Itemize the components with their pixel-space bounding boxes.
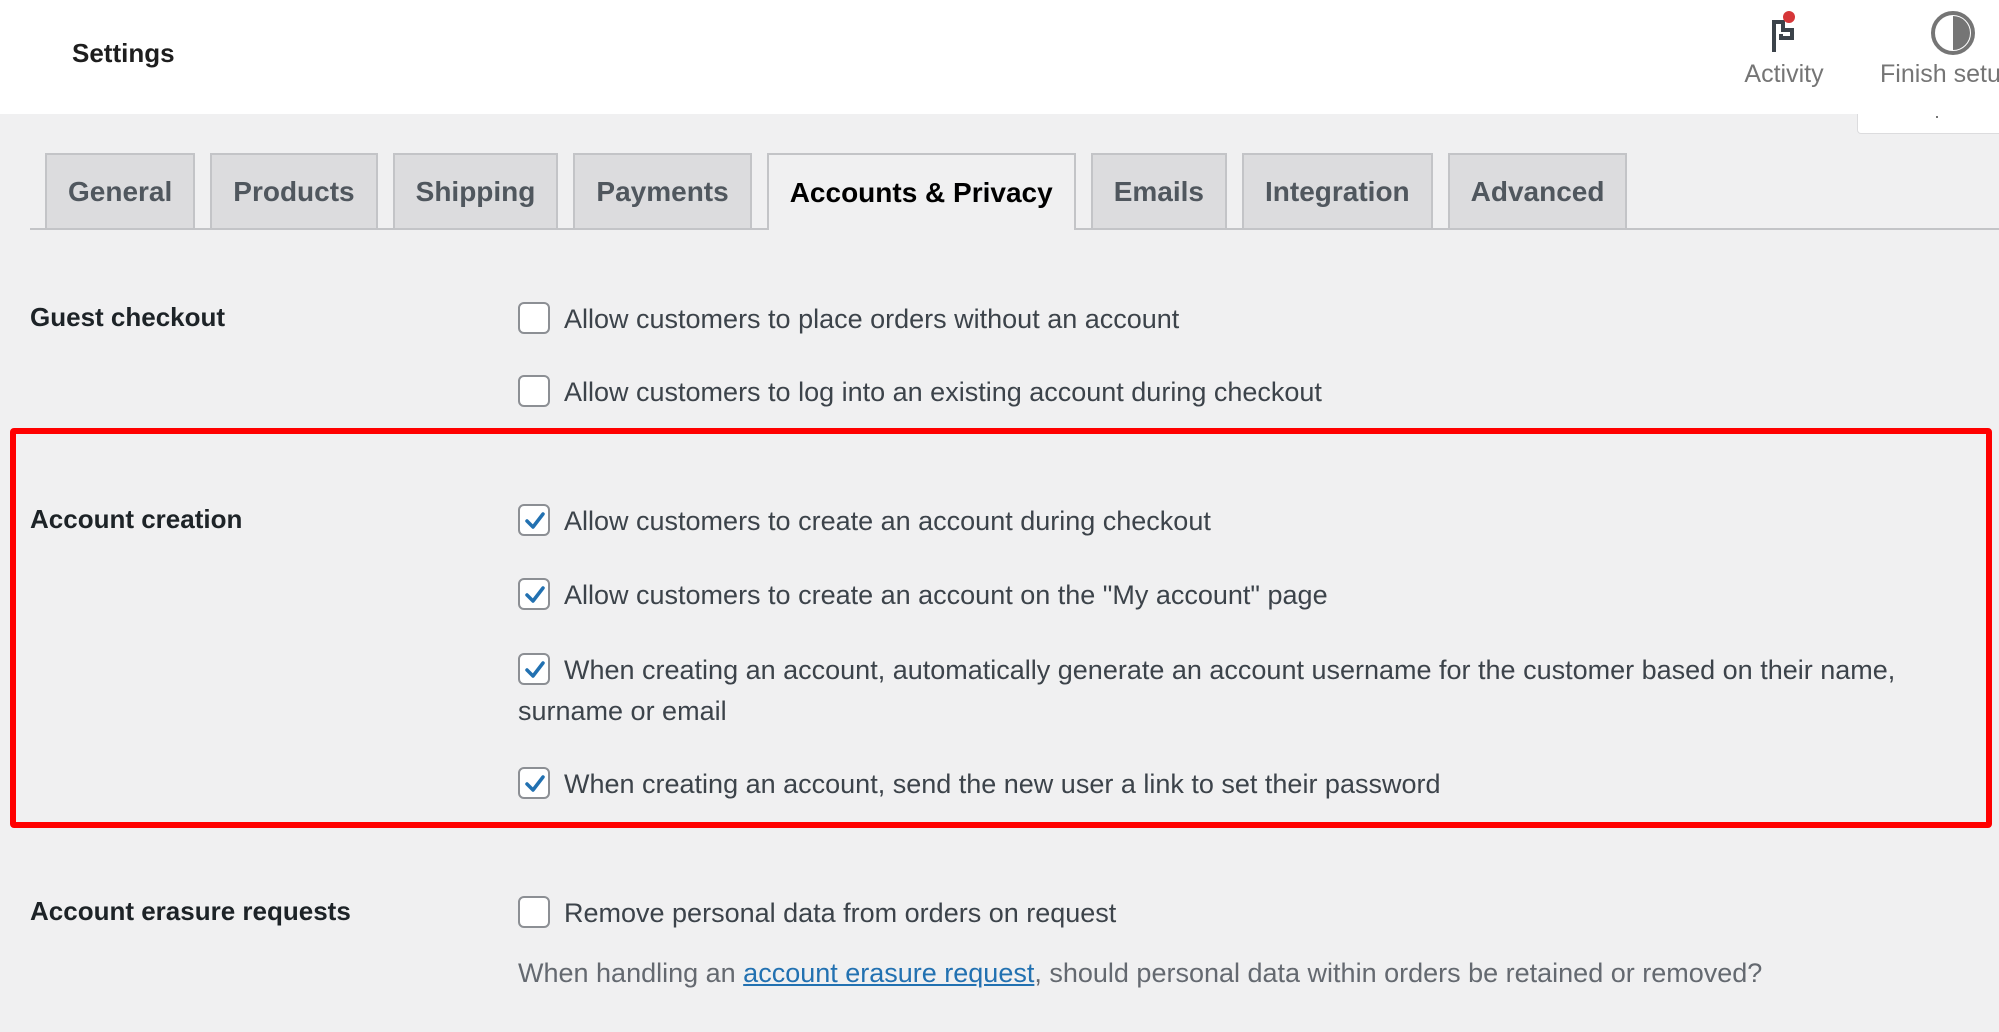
option-label: Allow customers to place orders without …: [564, 304, 1180, 334]
option-create-on-my-account[interactable]: Allow customers to create an account on …: [518, 575, 1978, 616]
checkbox[interactable]: [518, 302, 550, 334]
option-create-during-checkout[interactable]: Allow customers to create an account dur…: [518, 501, 1978, 542]
erasure-description: When handling an account erasure request…: [518, 958, 1762, 989]
tab-accounts-privacy[interactable]: Accounts & Privacy: [766, 153, 1076, 230]
checkbox-checked[interactable]: [518, 653, 550, 685]
flag-icon: [1734, 8, 1834, 58]
checkmark-icon: [525, 512, 545, 529]
activity-label: Activity: [1744, 60, 1824, 88]
guest-checkout-label: Guest checkout: [30, 302, 226, 332]
notification-dot: [1783, 11, 1795, 23]
top-bar: Settings Activity Finish setup: [0, 0, 1999, 114]
tab-integration[interactable]: Integration: [1241, 153, 1433, 228]
tab-products[interactable]: Products: [210, 153, 378, 228]
account-erasure-label: Account erasure requests: [30, 896, 351, 926]
option-label: When creating an account, automatically …: [518, 655, 1896, 726]
account-erasure-request-link[interactable]: account erasure request: [743, 958, 1034, 988]
checkbox-checked[interactable]: [518, 578, 550, 610]
option-send-password-link[interactable]: When creating an account, send the new u…: [518, 764, 1978, 805]
activity-button[interactable]: Activity: [1734, 8, 1834, 89]
page-title: Settings: [72, 38, 175, 68]
finish-setup-label: Finish setup: [1880, 60, 1999, 88]
description-suffix: , should personal data within orders be …: [1034, 958, 1763, 988]
checkbox-checked[interactable]: [518, 767, 550, 799]
tab-general[interactable]: General: [45, 153, 196, 228]
account-creation-label: Account creation: [30, 504, 243, 534]
half-circle-progress-icon: [1928, 8, 1978, 58]
settings-tabs: General Products Shipping Payments Accou…: [30, 153, 1999, 230]
checkbox-checked[interactable]: [518, 504, 550, 536]
tab-payments[interactable]: Payments: [573, 153, 752, 228]
option-label: Allow customers to create an account dur…: [564, 506, 1211, 536]
finish-setup-button[interactable]: Finish setup: [1878, 8, 1999, 89]
option-label: Remove personal data from orders on requ…: [564, 898, 1117, 928]
option-label: Allow customers to log into an existing …: [564, 377, 1322, 407]
checkmark-icon: [525, 775, 545, 792]
tab-shipping[interactable]: Shipping: [392, 153, 559, 228]
checkbox[interactable]: [518, 896, 550, 928]
tab-advanced[interactable]: Advanced: [1447, 153, 1628, 228]
description-prefix: When handling an: [518, 958, 744, 988]
option-label: When creating an account, send the new u…: [564, 769, 1441, 799]
option-label: Allow customers to create an account on …: [564, 580, 1328, 610]
tab-emails[interactable]: Emails: [1090, 153, 1227, 228]
checkmark-icon: [525, 586, 545, 603]
checkbox[interactable]: [518, 375, 550, 407]
option-guest-place-orders[interactable]: Allow customers to place orders without …: [518, 299, 1978, 340]
setup-progress-dropdown[interactable]: [1857, 114, 1999, 134]
option-remove-personal-data[interactable]: Remove personal data from orders on requ…: [518, 893, 1978, 934]
option-guest-login-existing[interactable]: Allow customers to log into an existing …: [518, 372, 1978, 413]
checkmark-icon: [525, 661, 545, 678]
option-auto-generate-username[interactable]: When creating an account, automatically …: [518, 650, 1978, 732]
